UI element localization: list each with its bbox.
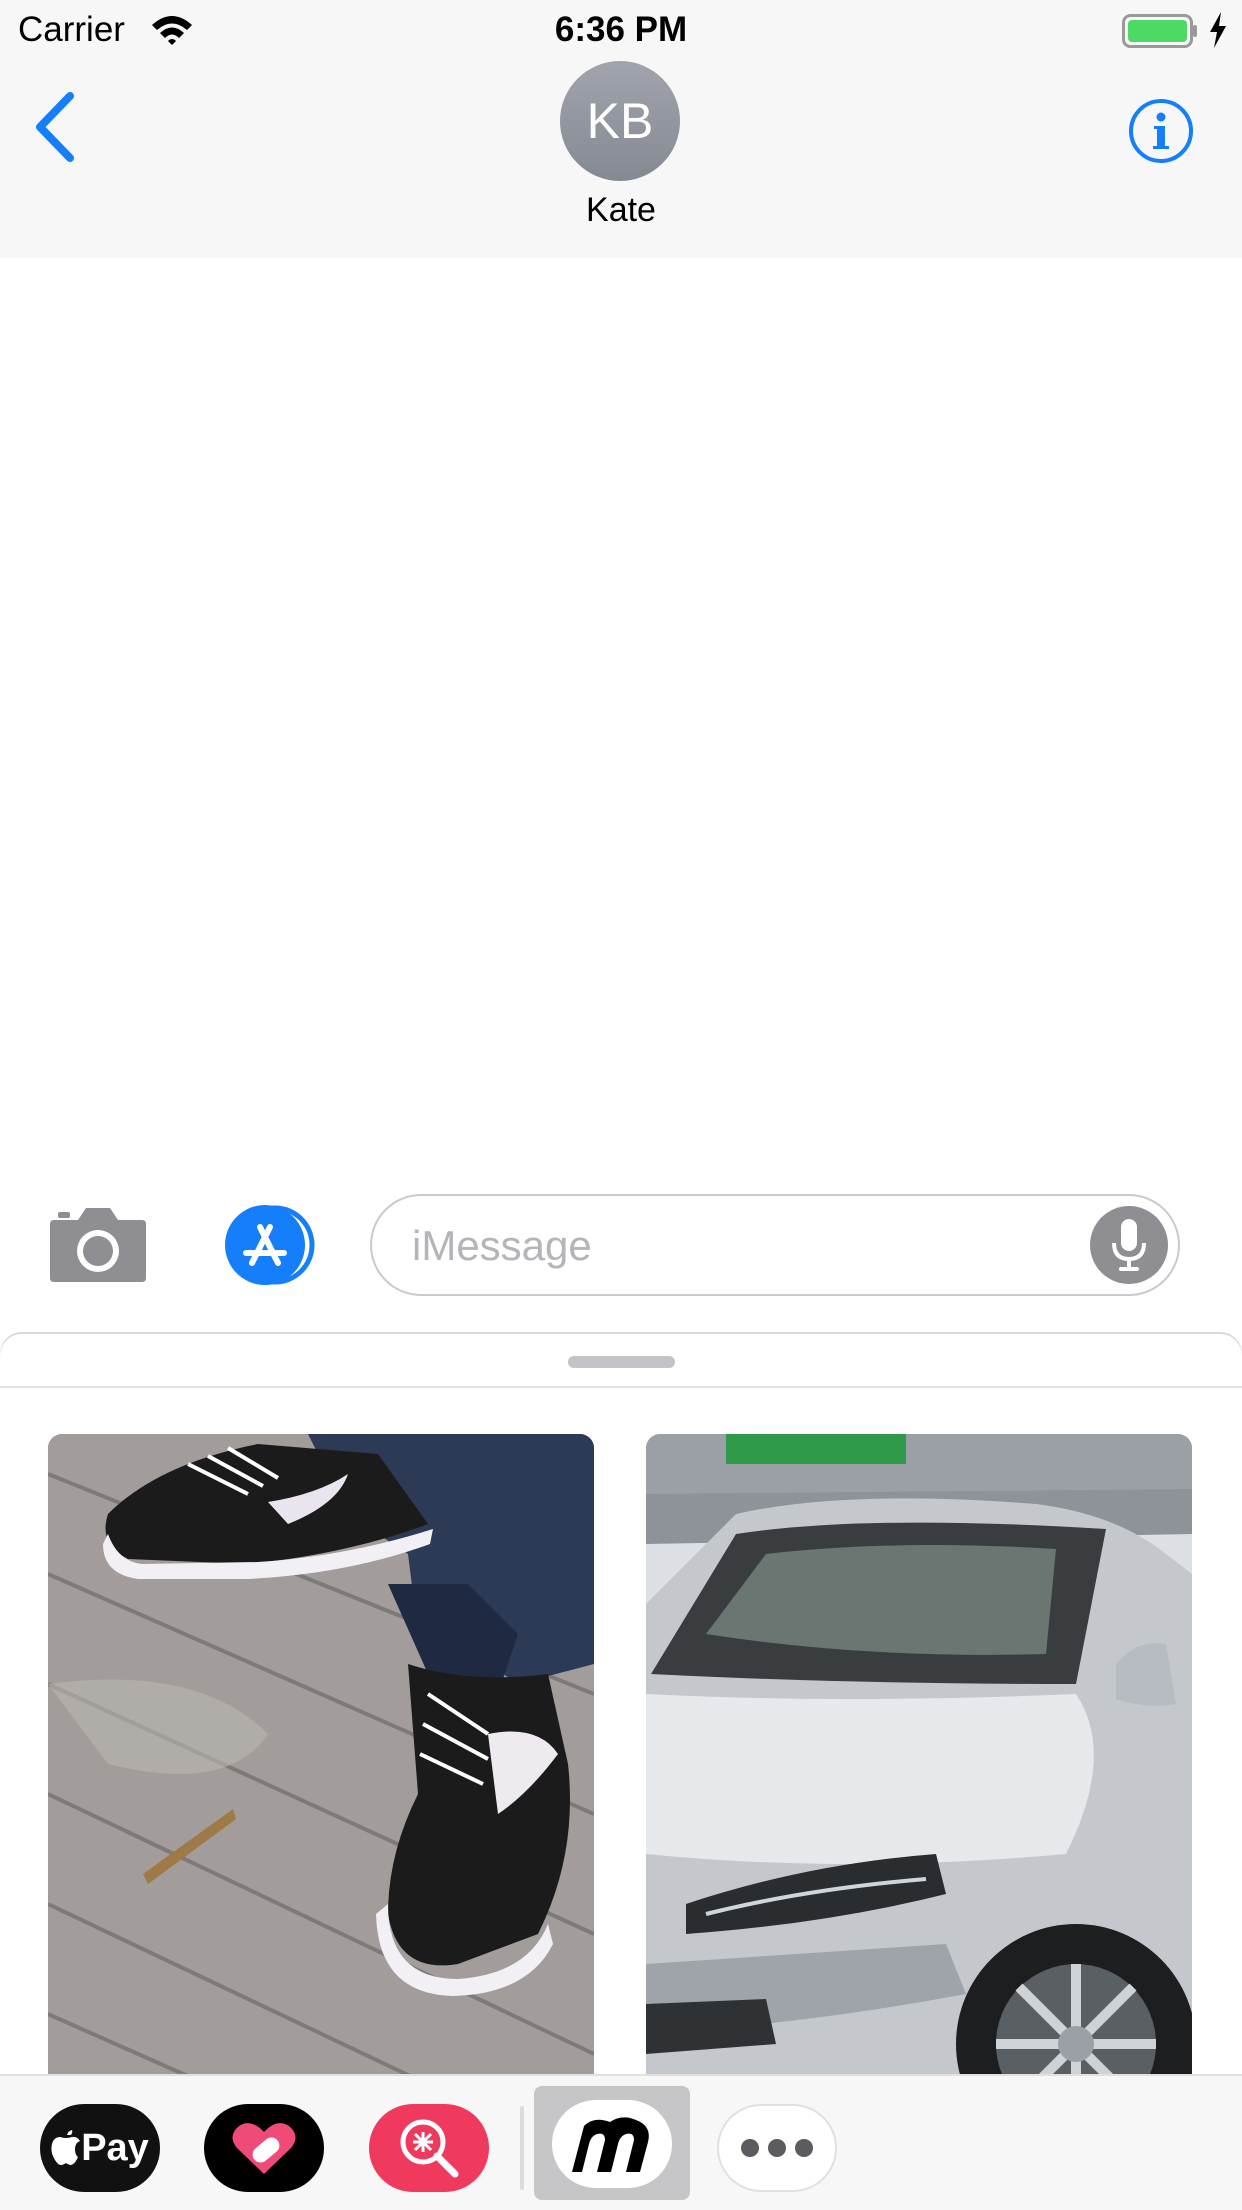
apple-pay-icon bbox=[51, 2130, 81, 2165]
app-store-icon bbox=[225, 1205, 315, 1285]
search-app-button[interactable] bbox=[369, 2104, 489, 2192]
charging-icon bbox=[1208, 12, 1228, 53]
m-app-button[interactable] bbox=[552, 2100, 672, 2188]
chevron-left-icon bbox=[36, 92, 74, 162]
car-photo[interactable] bbox=[646, 1434, 1192, 2094]
apple-pay-button[interactable]: Pay bbox=[40, 2104, 160, 2192]
sneakers-photo[interactable] bbox=[48, 1434, 594, 2094]
battery-icon bbox=[1122, 14, 1198, 53]
apple-pay-label: Pay bbox=[81, 2126, 149, 2169]
heart-app-icon bbox=[232, 2123, 296, 2174]
heart-app-button[interactable] bbox=[204, 2104, 324, 2192]
drawer-grabber[interactable] bbox=[568, 1356, 675, 1368]
message-placeholder: iMessage bbox=[412, 1222, 592, 1269]
search-app-icon bbox=[400, 2119, 459, 2178]
more-apps-button[interactable] bbox=[717, 2104, 837, 2192]
status-time: 6:36 PM bbox=[554, 10, 688, 49]
camera-icon bbox=[50, 1208, 146, 1282]
message-input[interactable]: iMessage bbox=[370, 1194, 1180, 1296]
contact-name[interactable]: Kate bbox=[0, 188, 1242, 232]
conversation-header: Carrier 6:36 PM KB Kate bbox=[0, 0, 1242, 258]
info-icon bbox=[1129, 99, 1193, 163]
info-button[interactable] bbox=[1128, 98, 1194, 169]
strip-divider bbox=[520, 2106, 524, 2190]
microphone-button[interactable] bbox=[1090, 1206, 1168, 1284]
m-app-icon bbox=[572, 2117, 649, 2172]
avatar[interactable]: KB bbox=[560, 61, 680, 181]
microphone-icon bbox=[1112, 1219, 1146, 1271]
back-button[interactable] bbox=[30, 92, 78, 167]
avatar-initials: KB bbox=[586, 93, 654, 149]
divider bbox=[0, 1386, 1242, 1388]
app-strip: Pay bbox=[0, 2074, 1242, 2210]
camera-button[interactable] bbox=[48, 1206, 148, 1289]
app-store-button[interactable] bbox=[212, 1205, 318, 1290]
more-icon bbox=[741, 2139, 813, 2157]
